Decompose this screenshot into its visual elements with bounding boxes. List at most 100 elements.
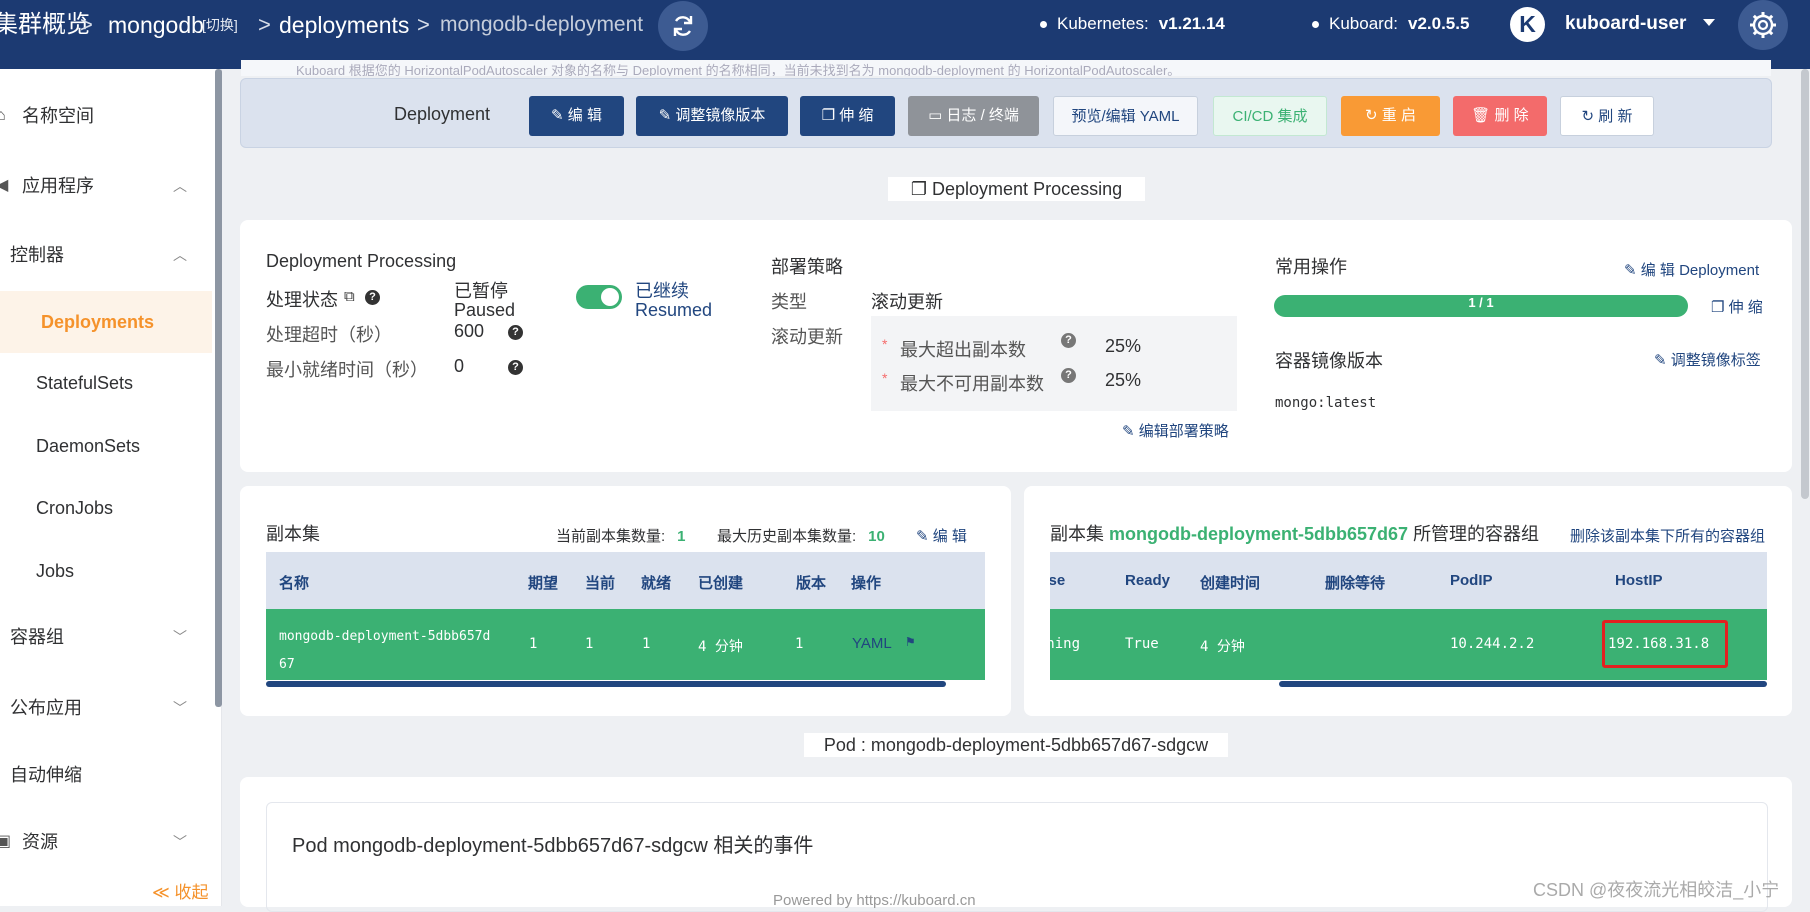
pencil-icon: ✎ — [1624, 262, 1641, 279]
collapse-sidebar-button[interactable]: ≪ 收起 — [152, 878, 209, 903]
external-link-icon[interactable]: ⧉ — [344, 288, 355, 305]
col-delete-wait: 删除等待 — [1325, 575, 1386, 592]
scale-link[interactable]: ❐ 伸 缩 — [1711, 296, 1763, 317]
rs-desired: 1 — [529, 636, 538, 652]
footer: Powered by https://kuboard.cn — [773, 892, 976, 909]
adjust-image-button[interactable]: ✎ 调整镜像版本 — [636, 96, 788, 136]
pod-ip: 10.244.2.2 — [1450, 636, 1535, 652]
sidebar-item-applications[interactable]: ◀ 应用程序 ︿ — [0, 166, 212, 206]
help-icon[interactable]: ? — [508, 325, 523, 340]
sidebar-scrollbar[interactable] — [215, 69, 222, 707]
toolbar-label: Deployment — [394, 104, 491, 124]
avatar[interactable]: K — [1510, 7, 1545, 42]
sidebar-item-daemonsets[interactable]: DaemonSets — [0, 426, 212, 466]
help-icon[interactable]: ? — [508, 360, 523, 375]
help-icon[interactable]: ? — [1061, 333, 1076, 348]
rs-ready: 1 — [642, 636, 651, 652]
top-header: 集群概览 > mongodb [切换] > deployments > mong… — [0, 0, 1810, 69]
logs-terminal-label: 日志 / 终端 — [946, 107, 1019, 124]
pencil-icon: ✎ — [916, 528, 933, 545]
sidebar-item-jobs[interactable]: Jobs — [0, 551, 212, 591]
min-ready-label: 最小就绪时间（秒） — [266, 360, 428, 380]
main-scrollbar[interactable] — [1801, 69, 1809, 499]
refresh-deployment-button[interactable]: ↻ 刷 新 — [1560, 96, 1654, 136]
max-unavailable-value: 25% — [1105, 370, 1142, 390]
restart-icon: ↻ — [1365, 107, 1382, 124]
breadcrumb-deployments[interactable]: deployments — [279, 0, 409, 52]
refresh-icon — [673, 16, 693, 36]
edit-button[interactable]: ✎ 编 辑 — [529, 96, 624, 136]
user-menu[interactable]: kuboard-user — [1565, 0, 1686, 48]
chevron-down-icon: ﹀ — [173, 834, 187, 850]
sidebar-item-label: 公布应用 — [10, 698, 82, 718]
edit-rs-history-link[interactable]: ✎ 编 辑 — [916, 525, 967, 546]
cicd-button[interactable]: CI/CD 集成 — [1213, 96, 1327, 136]
box-icon: ▣ — [0, 833, 12, 850]
delete-all-pods-link[interactable]: 删除该副本集下所有的容器组 — [1570, 525, 1765, 546]
settings-button[interactable] — [1738, 0, 1788, 50]
copy-icon: ❐ — [1711, 299, 1729, 316]
switch-namespace-link[interactable]: [切换] — [202, 0, 238, 52]
breadcrumb-current: mongodb-deployment — [440, 13, 644, 36]
breadcrumb-separator: > — [417, 12, 430, 37]
sidebar-item-label: 资源 — [22, 832, 58, 852]
breadcrumb-namespace[interactable]: mongodb — [108, 0, 204, 52]
copy-icon: ❐ — [910, 179, 933, 199]
watermark: CSDN @夜夜流光相皎洁_小宁 — [1533, 880, 1780, 900]
kubernetes-version: Kubernetes: v1.21.14 — [1040, 0, 1225, 48]
sidebar-item-resources[interactable]: ▣ 资源 ﹀ — [0, 822, 212, 862]
rs-history-label: 最大历史副本集数量: — [717, 528, 857, 545]
sidebar-item-cronjobs[interactable]: CronJobs — [0, 488, 212, 528]
edit-yaml-button[interactable]: 预览/编辑 YAML — [1053, 96, 1198, 136]
rs-name-line2: 67 — [279, 657, 295, 672]
image-value: mongo:latest — [1275, 395, 1377, 411]
sidebar-item-label: CronJobs — [36, 498, 114, 518]
delete-button[interactable]: 🗑 删 除 — [1453, 96, 1547, 136]
scale-button[interactable]: ❐ 伸 缩 — [800, 96, 895, 136]
adjust-image-tag-link[interactable]: ✎ 调整镜像标签 — [1654, 349, 1761, 370]
caret-down-icon[interactable] — [1703, 19, 1715, 26]
toggle-label: 已继续 Resumed — [635, 282, 712, 320]
pods-horizontal-scrollbar[interactable] — [1279, 681, 1767, 687]
delete-label: 删 除 — [1494, 107, 1529, 124]
rs-horizontal-scrollbar[interactable] — [266, 681, 946, 687]
scale-button-label: 伸 缩 — [839, 107, 874, 124]
help-icon[interactable]: ? — [1061, 368, 1076, 383]
replica-progress-bar: 1 / 1 — [1274, 295, 1688, 317]
edit-strategy-link[interactable]: ✎ 编辑部署策略 — [1122, 420, 1229, 441]
col-ready: 就绪 — [641, 575, 672, 592]
sidebar-item-namespaces[interactable]: ⌂ 名称空间 — [0, 96, 212, 136]
sidebar-item-statefulsets[interactable]: StatefulSets — [0, 363, 212, 403]
pods-title-suffix: 所管理的容器组 — [1413, 524, 1540, 544]
pause-resume-toggle[interactable] — [576, 285, 622, 309]
sidebar-item-controllers[interactable]: 控制器 ︿ — [0, 235, 212, 275]
max-unavailable-label: 最大不可用副本数 — [900, 374, 1044, 394]
refresh-button[interactable] — [658, 1, 708, 51]
rs-yaml-link[interactable]: YAML — [852, 635, 892, 652]
sidebar-item-label: Jobs — [36, 561, 75, 581]
sidebar-item-autoscale[interactable]: 自动伸缩 — [0, 755, 212, 795]
sidebar-item-deployments[interactable]: Deployments — [0, 291, 212, 353]
breadcrumb-cluster-overview[interactable]: 集群概览 — [0, 0, 90, 52]
edit-deployment-link[interactable]: ✎ 编 辑 Deployment — [1624, 259, 1759, 280]
col-name: 名称 — [279, 575, 310, 592]
sidebar-item-label: 名称空间 — [22, 106, 94, 126]
sidebar-item-label: 应用程序 — [22, 176, 94, 196]
rs-name-line1: mongodb-deployment-5dbb657d — [279, 629, 491, 644]
pods-title: 副本集 mongodb-deployment-5dbb657d67 所管理的容器… — [1050, 520, 1539, 546]
table-row[interactable]: mongodb-deployment-5dbb657d 67 1 1 1 4 分钟… — [266, 609, 985, 680]
pencil-icon: ✎ — [1122, 423, 1139, 440]
sidebar-item-pods[interactable]: 容器组 ﹀ — [0, 617, 212, 657]
col-version: 版本 — [796, 575, 827, 592]
help-icon[interactable]: ? — [365, 290, 380, 305]
sidebar-item-publish[interactable]: 公布应用 ﹀ — [0, 688, 212, 728]
restart-button[interactable]: ↻ 重 启 — [1341, 96, 1440, 136]
logs-terminal-button[interactable]: ▭ 日志 / 终端 — [908, 96, 1039, 136]
col-phase: Phase — [1050, 572, 1066, 589]
flag-icon[interactable]: ⚑ — [906, 634, 914, 650]
col-created: 创建时间 — [1200, 575, 1261, 592]
strategy-type-value: 滚动更新 — [871, 292, 943, 312]
max-surge-label: 最大超出副本数 — [900, 340, 1026, 360]
required-mark: * — [882, 370, 888, 386]
rs-table-header: 名称 期望 当前 就绪 已创建 版本 操作 — [266, 552, 985, 609]
